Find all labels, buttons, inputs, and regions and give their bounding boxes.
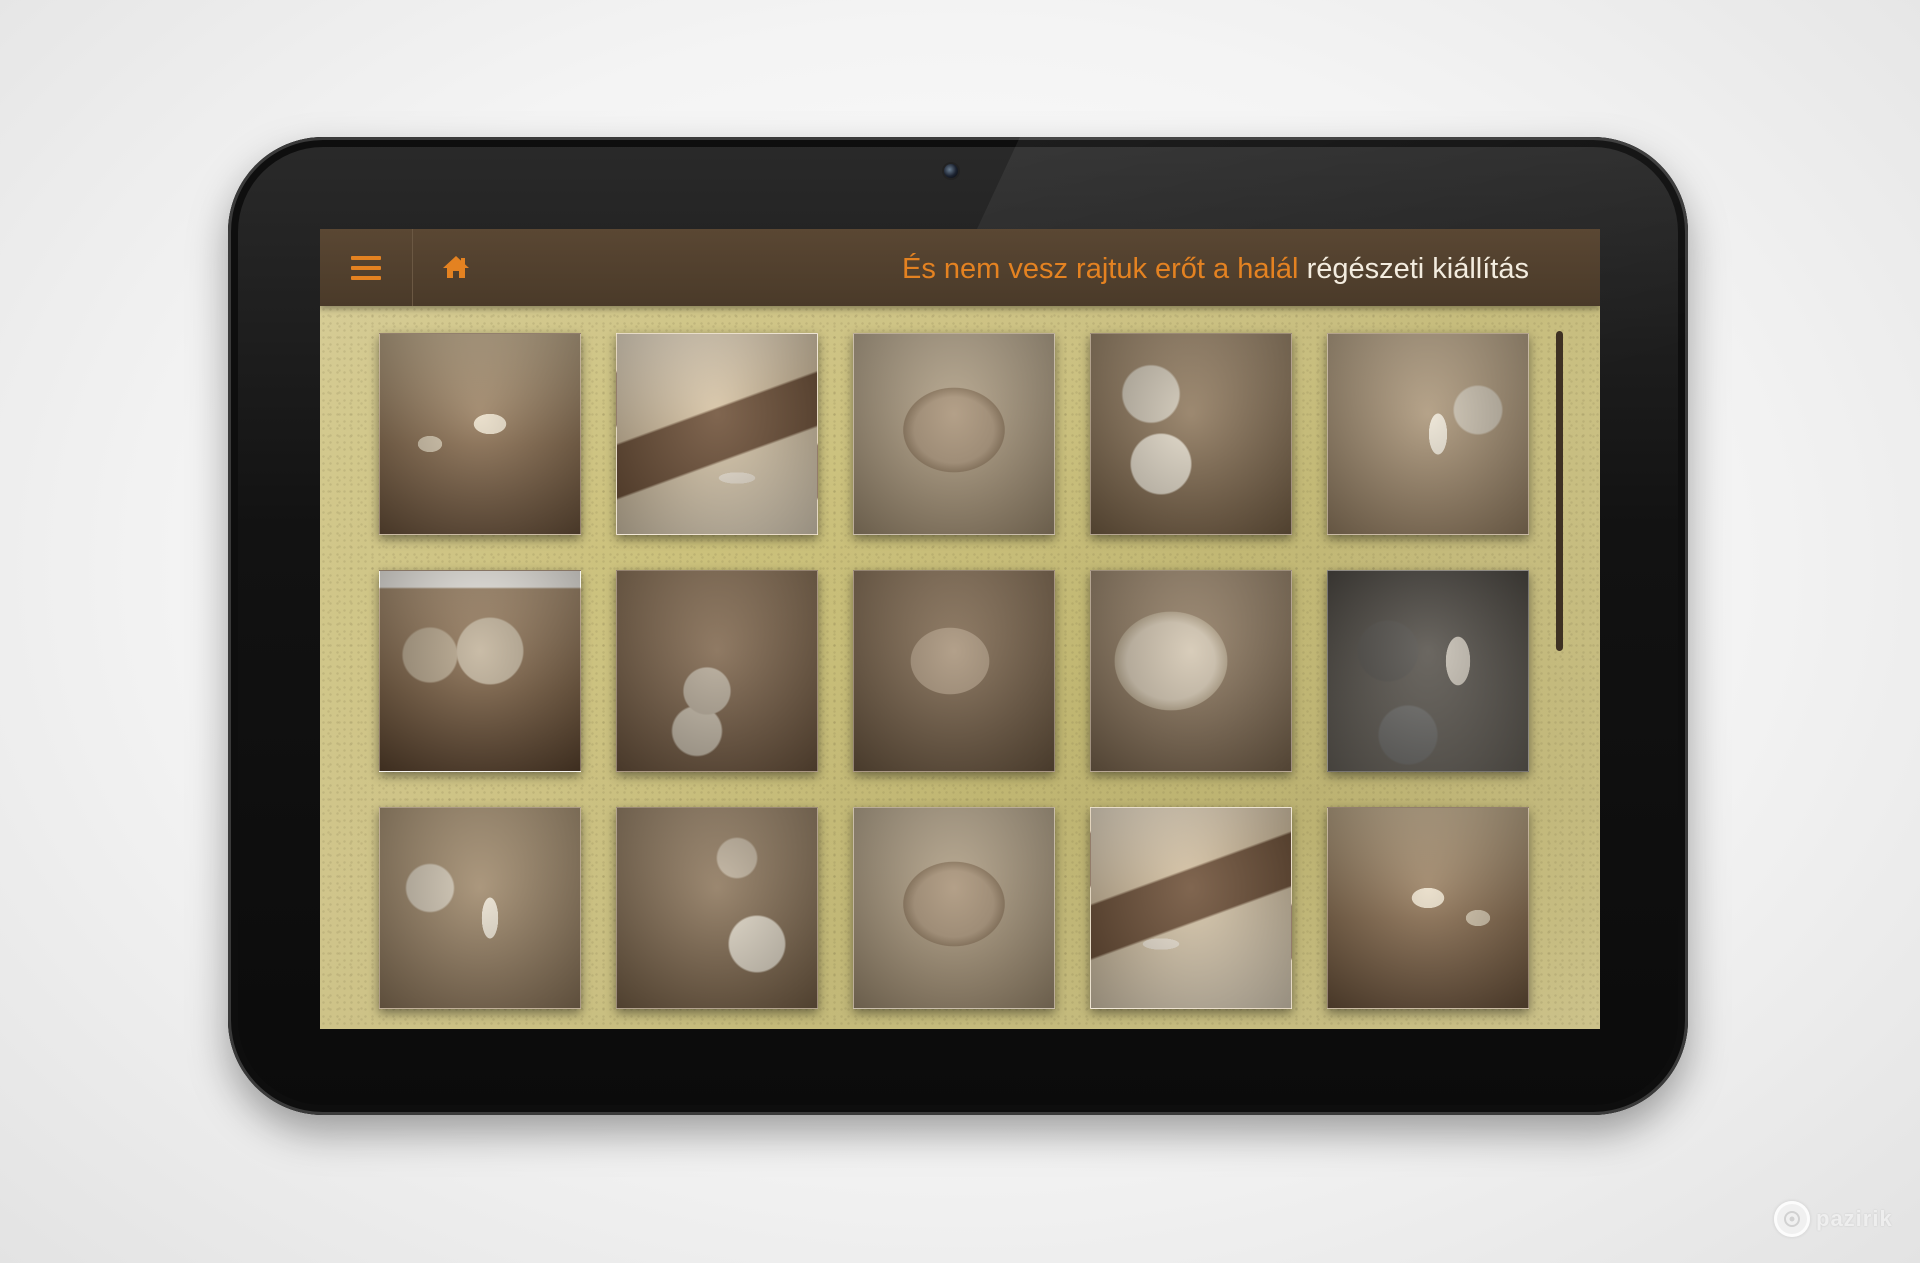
watermark: pazirik <box>1774 1201 1893 1237</box>
gallery-thumbnail[interactable] <box>853 333 1055 535</box>
gallery-thumbnail[interactable] <box>379 807 581 1009</box>
title-highlight: És nem vesz rajtuk erőt a halál <box>901 253 1299 285</box>
home-button[interactable] <box>438 249 474 285</box>
gallery-thumbnail[interactable] <box>616 807 818 1009</box>
gallery-thumbnail[interactable] <box>379 333 581 535</box>
title-subtitle: régészeti kiállítás <box>1306 253 1529 285</box>
gallery-thumbnail[interactable] <box>1327 570 1529 772</box>
page-title: És nem vesz rajtuk erőt a halál régészet… <box>902 251 1529 287</box>
watermark-text: pazirik <box>1816 1206 1893 1231</box>
vertical-scrollbar[interactable] <box>1556 331 1563 651</box>
app-header: És nem vesz rajtuk erőt a halál régészet… <box>320 229 1600 306</box>
pazirik-logo-icon <box>1774 1201 1810 1237</box>
menu-button[interactable] <box>320 229 413 306</box>
gallery-thumbnail[interactable] <box>1327 807 1529 1009</box>
gallery-thumbnail[interactable] <box>853 807 1055 1009</box>
front-camera <box>944 164 958 178</box>
app-screen: És nem vesz rajtuk erőt a halál régészet… <box>320 229 1600 1029</box>
gallery-thumbnail[interactable] <box>1090 333 1292 535</box>
gallery-thumbnail[interactable] <box>616 570 818 772</box>
gallery-thumbnail[interactable] <box>379 570 581 772</box>
home-icon <box>443 256 469 278</box>
hamburger-menu-icon <box>351 255 381 280</box>
gallery-thumbnail[interactable] <box>1327 333 1529 535</box>
gallery-thumbnail[interactable] <box>1090 570 1292 772</box>
gallery-thumbnail[interactable] <box>616 333 818 535</box>
gallery-thumbnail[interactable] <box>853 570 1055 772</box>
photo-grid <box>379 333 1529 1009</box>
gallery-thumbnail[interactable] <box>1090 807 1292 1009</box>
